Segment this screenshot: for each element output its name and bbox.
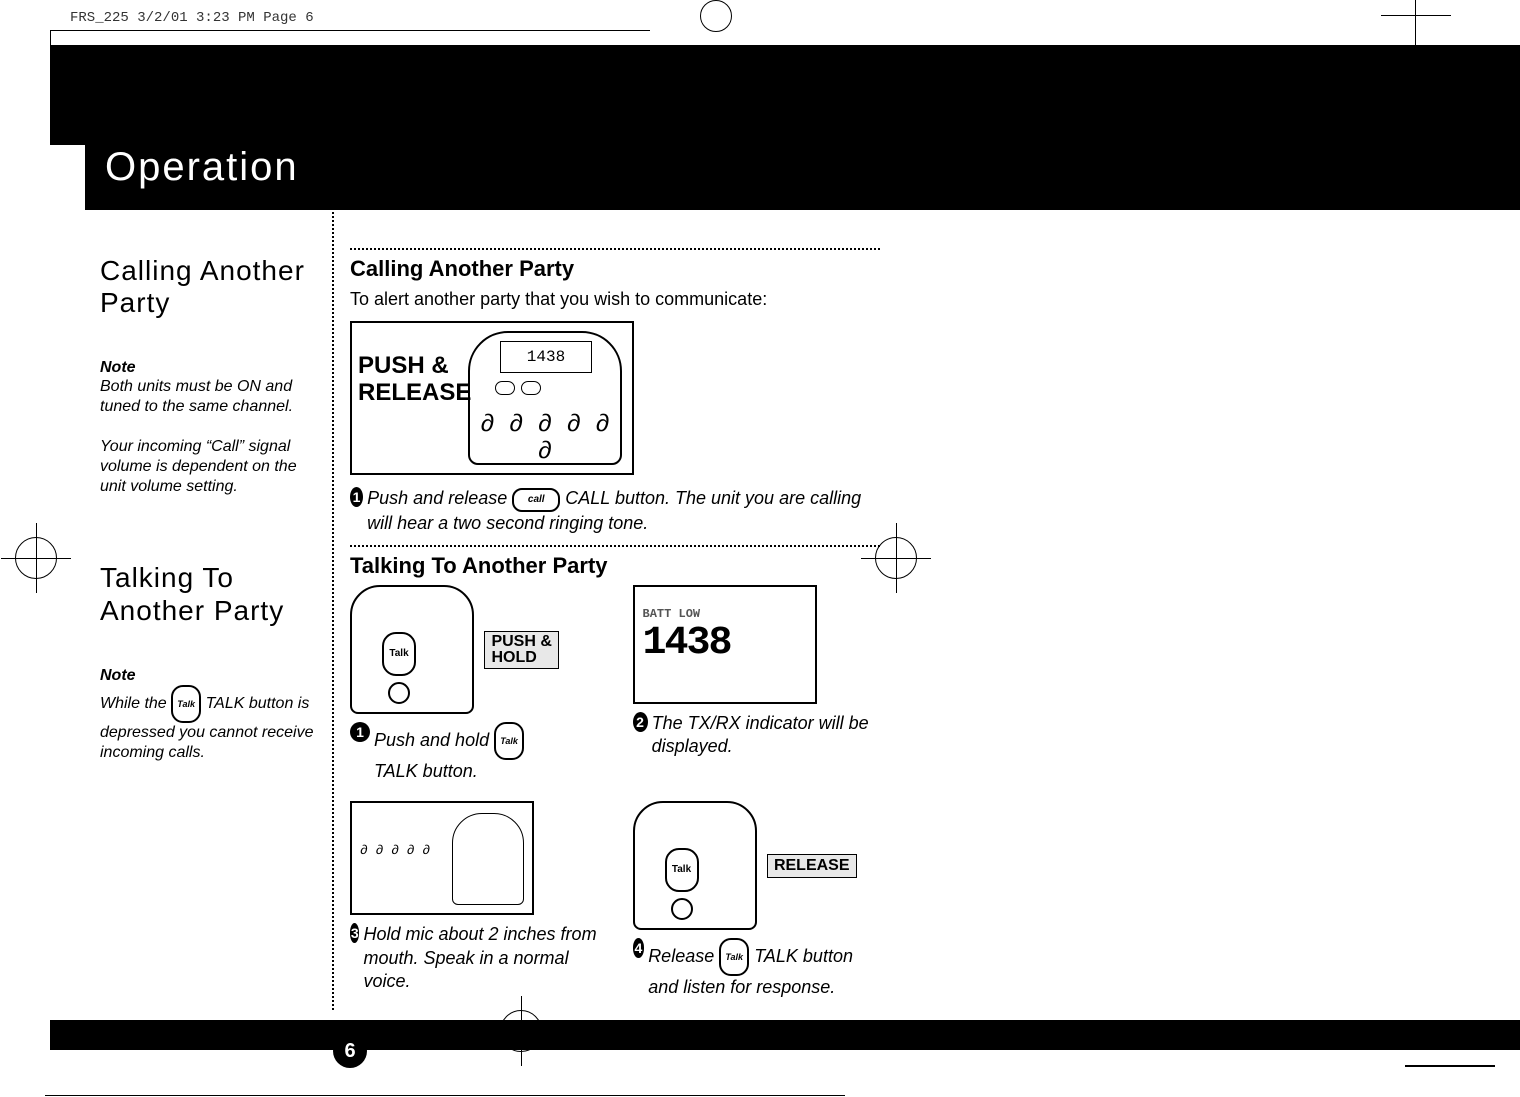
talk-button-icon: Talk [719, 938, 749, 976]
radio-lcd: 1438 [500, 341, 592, 373]
talk-button-icon: Talk [665, 848, 699, 892]
step-row: ∂ ∂ ∂ ∂ ∂ 3 Hold mic about 2 inches from… [350, 801, 880, 999]
note-label: Note [100, 667, 320, 685]
step-row: Talk PUSH &HOLD 1 Push and hold Talk TAL… [350, 585, 880, 783]
divider [350, 248, 880, 250]
crop-target-icon [700, 0, 732, 32]
crop-mark [50, 30, 650, 31]
talk-button-icon: Talk [494, 722, 524, 760]
step-text: Push and hold Talk TALK button. [374, 722, 524, 783]
section-heading-calling: Calling Another Party [350, 256, 880, 282]
step-number-badge: 3 [350, 923, 359, 943]
figure-lcd: BATT LOW 1438 [633, 585, 817, 704]
crop-mark [1405, 60, 1495, 62]
radio-illustration: Talk [350, 585, 474, 714]
vertical-divider [332, 200, 336, 1010]
footer-band [50, 1020, 1520, 1050]
main-content: Calling Another Party To alert another p… [350, 248, 880, 1000]
sidebar: Calling Another Party Note Both units mu… [100, 255, 320, 763]
section-intro: To alert another party that you wish to … [350, 288, 880, 311]
crop-mark [1405, 1065, 1495, 1067]
sidebar-heading-calling: Calling Another Party [100, 255, 320, 319]
step-number-badge: 1 [350, 722, 370, 742]
step-text: Push and release call CALL button. The u… [367, 487, 880, 535]
note-text: While the Talk TALK button is depressed … [100, 685, 320, 763]
sidebar-heading-talking: Talking To Another Party [100, 562, 320, 626]
divider [350, 545, 880, 547]
figure-push-release-radio: PUSH & RELEASE 1438 ∂ ∂ ∂ ∂ ∂ ∂ [350, 321, 634, 475]
figure-label-release: RELEASE [767, 854, 857, 878]
page-title: Operation [85, 120, 1520, 210]
radio-illustration: 1438 ∂ ∂ ∂ ∂ ∂ ∂ [468, 331, 622, 465]
radio-illustration: Talk [633, 801, 757, 930]
figure-label-release: RELEASE [358, 379, 471, 406]
note-text: Both units must be ON and tuned to the s… [100, 377, 320, 417]
step-text: Release Talk TALK button and listen for … [648, 938, 880, 999]
section-heading-talking: Talking To Another Party [350, 553, 880, 579]
lcd-value: 1438 [643, 621, 731, 666]
step-number-badge: 2 [633, 712, 648, 732]
registration-mark-icon [875, 537, 917, 579]
call-button-icon: call [512, 488, 560, 512]
figure-speak: ∂ ∂ ∂ ∂ ∂ [350, 801, 534, 915]
figure-label-push-hold: PUSH &HOLD [484, 631, 558, 669]
step-number-badge: 1 [350, 487, 363, 507]
talk-button-icon: Talk [171, 685, 201, 723]
lcd-header-text: BATT LOW [643, 607, 807, 621]
note-text: Your incoming “Call” signal volume is de… [100, 437, 320, 497]
crop-mark [45, 1095, 845, 1096]
print-header: FRS_225 3/2/01 3:23 PM Page 6 [70, 10, 314, 26]
crop-mark [50, 30, 51, 45]
figure-label-push: PUSH & [358, 352, 449, 379]
step-number-badge: 4 [633, 938, 645, 958]
step-text: Hold mic about 2 inches from mouth. Spea… [363, 923, 597, 993]
step-text: The TX/RX indicator will be displayed. [652, 712, 880, 759]
talk-button-icon: Talk [382, 632, 416, 676]
registration-mark-icon [15, 537, 57, 579]
page-number: 6 [333, 1034, 367, 1068]
note-label: Note [100, 359, 320, 377]
